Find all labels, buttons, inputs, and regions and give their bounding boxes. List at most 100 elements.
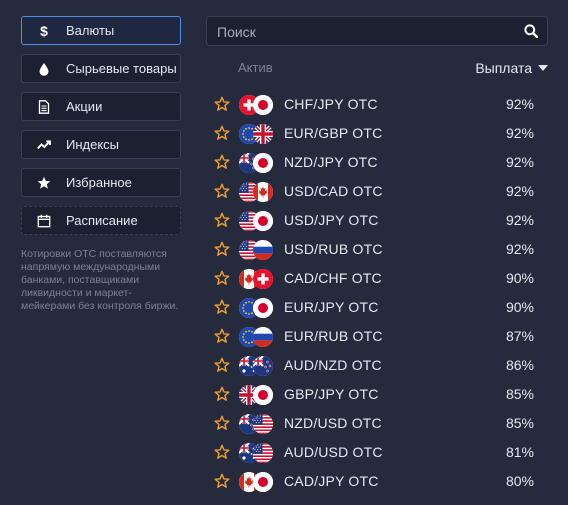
flag-ca-icon bbox=[253, 181, 273, 202]
asset-name: AUD/NZD OTC bbox=[284, 356, 382, 373]
category-indices[interactable]: Индексы bbox=[21, 130, 181, 159]
flag-nz-icon bbox=[253, 355, 273, 376]
flag-ch-icon bbox=[253, 268, 273, 289]
asset-payout: 80% bbox=[505, 472, 534, 489]
flag-jp-icon bbox=[253, 297, 273, 318]
favorite-star-icon[interactable] bbox=[214, 270, 230, 286]
category-schedule[interactable]: Расписание bbox=[21, 206, 181, 235]
asset-name: CHF/JPY OTC bbox=[284, 95, 378, 112]
asset-payout: 92% bbox=[505, 240, 534, 257]
favorite-star-icon[interactable] bbox=[214, 212, 230, 228]
currency-flags bbox=[239, 470, 277, 492]
category-favorites[interactable]: Избранное bbox=[21, 168, 181, 197]
favorite-star-icon[interactable] bbox=[214, 154, 230, 170]
favorite-star-icon[interactable] bbox=[214, 357, 230, 373]
asset-name: USD/RUB OTC bbox=[284, 240, 383, 257]
asset-row[interactable]: CAD/CHF OTC 90% bbox=[214, 263, 534, 292]
asset-list: CHF/JPY OTC 92% EUR/GBP OTC 92% NZD/JPY OTC 9… bbox=[214, 89, 534, 495]
asset-payout: 92% bbox=[505, 153, 534, 170]
asset-row[interactable]: GBP/JPY OTC 85% bbox=[214, 379, 534, 408]
currency-flags bbox=[239, 209, 277, 231]
favorite-star-icon[interactable] bbox=[214, 473, 230, 489]
asset-name: USD/JPY OTC bbox=[284, 211, 379, 228]
asset-payout: 85% bbox=[505, 385, 534, 402]
trend-icon bbox=[36, 137, 52, 153]
asset-name: USD/CAD OTC bbox=[284, 182, 383, 199]
currency-flags bbox=[239, 383, 277, 405]
flag-jp-icon bbox=[253, 94, 273, 115]
asset-name: EUR/GBP OTC bbox=[284, 124, 383, 141]
favorite-star-icon[interactable] bbox=[214, 386, 230, 402]
asset-row[interactable]: NZD/JPY OTC 92% bbox=[214, 147, 534, 176]
currency-flags bbox=[239, 354, 277, 376]
flag-us-icon bbox=[253, 413, 273, 434]
asset-payout: 86% bbox=[505, 356, 534, 373]
calendar-icon bbox=[36, 213, 52, 229]
asset-payout: 90% bbox=[505, 298, 534, 315]
currency-flags bbox=[239, 325, 277, 347]
asset-payout: 85% bbox=[505, 414, 534, 431]
asset-row[interactable]: EUR/RUB OTC 87% bbox=[214, 321, 534, 350]
asset-payout: 92% bbox=[505, 124, 534, 141]
asset-row[interactable]: USD/CAD OTC 92% bbox=[214, 176, 534, 205]
favorite-star-icon[interactable] bbox=[214, 241, 230, 257]
asset-name: CAD/JPY OTC bbox=[284, 472, 379, 489]
currency-flags bbox=[239, 267, 277, 289]
favorite-star-icon[interactable] bbox=[214, 328, 230, 344]
currency-flags bbox=[239, 180, 277, 202]
flag-jp-icon bbox=[253, 384, 273, 405]
favorite-star-icon[interactable] bbox=[214, 299, 230, 315]
asset-name: NZD/JPY OTC bbox=[284, 153, 378, 170]
asset-name: GBP/JPY OTC bbox=[284, 385, 379, 402]
asset-name: EUR/RUB OTC bbox=[284, 327, 383, 344]
asset-payout: 81% bbox=[505, 443, 534, 460]
asset-row[interactable]: AUD/USD OTC 81% bbox=[214, 437, 534, 466]
asset-row[interactable]: CHF/JPY OTC 92% bbox=[214, 89, 534, 118]
currency-flags bbox=[239, 238, 277, 260]
asset-row[interactable]: USD/JPY OTC 92% bbox=[214, 205, 534, 234]
asset-row[interactable]: AUD/NZD OTC 86% bbox=[214, 350, 534, 379]
asset-table-header: Актив Выплата bbox=[206, 60, 548, 78]
search-box bbox=[206, 16, 548, 47]
category-label: Избранное bbox=[66, 175, 132, 190]
asset-payout: 92% bbox=[505, 211, 534, 228]
asset-payout: 92% bbox=[505, 95, 534, 112]
asset-payout: 92% bbox=[505, 182, 534, 199]
flag-us-icon bbox=[253, 442, 273, 463]
favorite-star-icon[interactable] bbox=[214, 183, 230, 199]
favorite-star-icon[interactable] bbox=[214, 415, 230, 431]
asset-name: EUR/JPY OTC bbox=[284, 298, 379, 315]
asset-name: CAD/CHF OTC bbox=[284, 269, 382, 286]
asset-payout: 87% bbox=[505, 327, 534, 344]
payout-sort-button[interactable]: Выплата bbox=[475, 60, 548, 76]
search-icon[interactable] bbox=[524, 24, 538, 38]
payout-column-header: Выплата bbox=[475, 60, 532, 76]
asset-name: NZD/USD OTC bbox=[284, 414, 382, 431]
asset-payout: 90% bbox=[505, 269, 534, 286]
star-icon bbox=[36, 175, 52, 191]
category-commodities[interactable]: Сырьевые товары bbox=[21, 54, 181, 83]
currency-flags bbox=[239, 93, 277, 115]
category-label: Сырьевые товары bbox=[66, 61, 177, 76]
otc-note: Котировки OTC поставляются напрямую межд… bbox=[21, 248, 179, 312]
flag-gb-icon bbox=[253, 123, 273, 144]
currency-flags bbox=[239, 151, 277, 173]
category-currencies[interactable]: $ Валюты bbox=[21, 16, 181, 45]
currency-flags bbox=[239, 412, 277, 434]
category-label: Акции bbox=[66, 99, 103, 114]
asset-row[interactable]: CAD/JPY OTC 80% bbox=[214, 466, 534, 495]
asset-column-header: Актив bbox=[238, 60, 273, 75]
favorite-star-icon[interactable] bbox=[214, 444, 230, 460]
asset-row[interactable]: NZD/USD OTC 85% bbox=[214, 408, 534, 437]
category-label: Индексы bbox=[66, 137, 120, 152]
asset-row[interactable]: EUR/JPY OTC 90% bbox=[214, 292, 534, 321]
search-input[interactable] bbox=[207, 17, 519, 47]
category-label: Расписание bbox=[66, 213, 138, 228]
favorite-star-icon[interactable] bbox=[214, 125, 230, 141]
asset-row[interactable]: USD/RUB OTC 92% bbox=[214, 234, 534, 263]
favorite-star-icon[interactable] bbox=[214, 96, 230, 112]
currency-flags bbox=[239, 122, 277, 144]
asset-row[interactable]: EUR/GBP OTC 92% bbox=[214, 118, 534, 147]
flag-jp-icon bbox=[253, 471, 273, 492]
category-stocks[interactable]: Акции bbox=[21, 92, 181, 121]
